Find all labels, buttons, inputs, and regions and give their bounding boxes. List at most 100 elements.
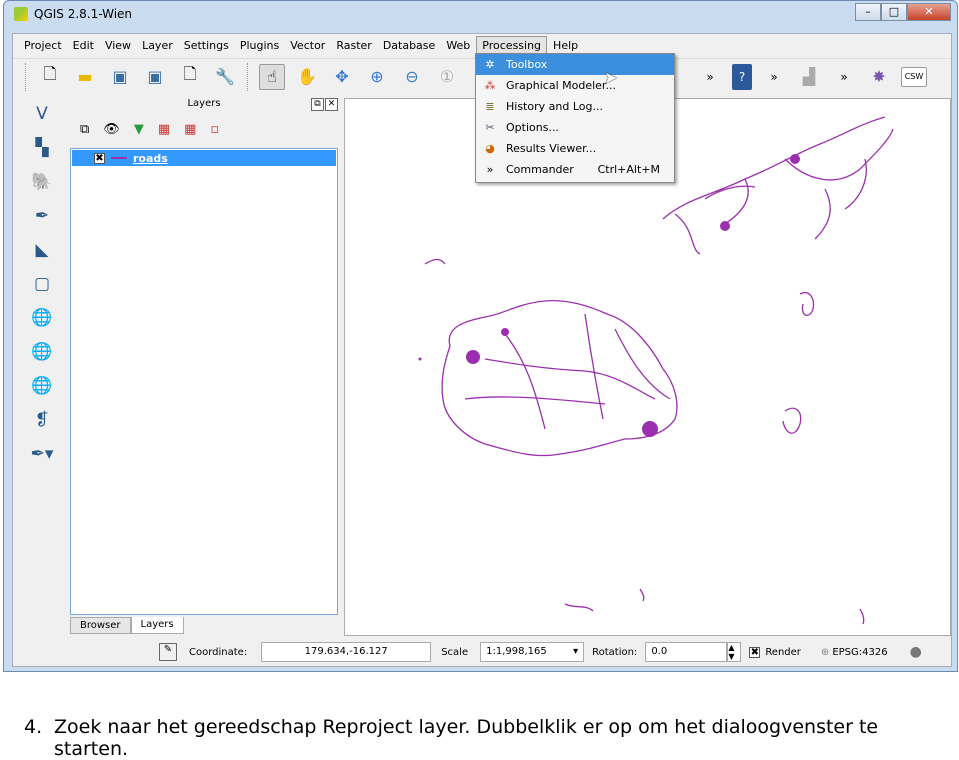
menu-project[interactable]: Project [19,37,67,54]
zoom-native-icon[interactable]: ① [434,64,460,90]
pan-to-selection-icon[interactable]: ✥ [329,64,355,90]
chevrons-icon: » [486,163,494,176]
rotation-label: Rotation: [592,646,638,658]
composer-manager-icon[interactable]: 🔧 [212,64,238,90]
menu-web[interactable]: Web [441,37,475,54]
menu-settings[interactable]: Settings [179,37,234,54]
filter-icon[interactable]: ▼ [134,122,144,137]
more-chevron-icon[interactable]: » [697,64,723,90]
layer-name: roads [133,151,168,165]
dropdown-arrow-icon[interactable]: ▾ [573,643,578,661]
add-postgis-layer-icon[interactable]: 🐘 [29,172,55,198]
more-chevron-icon[interactable]: » [831,64,857,90]
menu-item-options[interactable]: ✂ Options... [476,117,674,138]
menu-item-label: Commander [506,163,574,176]
menu-edit[interactable]: Edit [68,37,99,54]
new-shapefile-icon[interactable]: ✒▾ [29,444,55,470]
expand-all-icon[interactable]: ▦ [158,122,170,137]
menu-item-label: Graphical Modeler... [506,79,616,92]
zoom-out-icon[interactable]: ⊖ [399,64,425,90]
new-print-composer-icon[interactable]: 🗋 [177,64,203,90]
save-project-icon[interactable]: ▣ [107,64,133,90]
save-as-icon[interactable]: ▣ [142,64,168,90]
render-label: Render [765,646,801,658]
rotation-spinbox[interactable]: 0.0 [645,642,728,662]
manage-layers-toolbar: V ▚ 🐘 ✒ ◣ ▢ 🌐 🌐 🌐 ❡ ✒▾ [17,98,67,668]
scale-label: Scale [441,646,469,658]
more-chevron-icon[interactable]: » [761,64,787,90]
add-mssql-layer-icon[interactable]: ◣ [29,240,55,266]
crs-globe-icon[interactable]: ⊕ [821,647,829,658]
visibility-eye-icon[interactable]: 👁 [103,122,120,137]
minimize-button[interactable]: – [855,3,881,21]
open-project-icon[interactable]: ▬ [72,64,98,90]
rotation-stepper-icon[interactable]: ▲ ▼ [727,642,742,662]
status-bar: ✎ Coordinate: 179.634,-16.127 Scale 1:1,… [13,638,951,666]
menu-item-graphical-modeler[interactable]: ⁂ Graphical Modeler... [476,75,674,96]
render-checkbox[interactable]: ✖ [749,646,761,658]
tab-browser[interactable]: Browser [70,617,131,634]
menu-item-label: History and Log... [506,100,603,113]
toolbox-gear-icon: ✲ [485,58,495,71]
add-wcs-layer-icon[interactable]: 🌐 [29,342,55,368]
menu-layer[interactable]: Layer [137,37,178,54]
new-project-icon[interactable]: 🗋 [37,64,63,90]
line-symbol-icon [111,157,127,159]
crs-label[interactable]: EPSG:4326 [832,647,887,658]
coordinate-field[interactable]: 179.634,-16.127 [261,642,432,662]
menu-item-history-log[interactable]: ≣ History and Log... [476,96,674,117]
menu-vector[interactable]: Vector [285,37,330,54]
menu-shortcut: Ctrl+Alt+M [597,163,660,176]
close-panel-button[interactable]: ✕ [325,98,338,111]
layer-visibility-checkbox[interactable]: ✖ [94,152,105,164]
main-island-roads [441,299,678,457]
csw-icon[interactable]: CSW [901,66,927,87]
menu-plugins[interactable]: Plugins [235,37,284,54]
help-icon[interactable]: ? [732,63,752,90]
close-button[interactable]: ✕ [907,3,951,21]
north-east-island-roads [662,116,894,255]
scale-combobox[interactable]: 1:1,998,165 ▾ [480,642,585,662]
menu-item-commander[interactable]: » Commander Ctrl+Alt+M [476,159,674,180]
histogram-icon[interactable]: ▟ [796,64,822,90]
layers-panel: Layers ⧉ ✕ ⧉ 👁 ▼ ▦ ▦ ▫ ✖ roads Browser La… [68,98,340,668]
options-tools-icon: ✂ [485,121,495,134]
modeler-icon: ⁂ [484,79,496,92]
menu-help[interactable]: Help [548,37,583,54]
caption-number: 4. [24,716,43,738]
add-raster-layer-icon[interactable]: ▚ [29,138,55,164]
float-panel-button[interactable]: ⧉ [311,98,324,111]
instruction-caption: 4. Zoek naar het gereedschap Reproject l… [24,716,878,760]
add-wfs-layer-icon[interactable]: 🌐 [29,376,55,402]
results-icon: ◕ [485,142,495,155]
add-oracle-layer-icon[interactable]: ▢ [29,274,55,300]
add-vector-layer-icon[interactable]: V [29,104,55,130]
add-group-icon[interactable]: ⧉ [80,122,89,137]
window-title: QGIS 2.8.1-Wien [34,7,133,21]
touch-zoom-icon[interactable]: ☝ [259,63,285,90]
menu-item-label: Options... [506,121,559,134]
add-delimited-text-icon[interactable]: ❡ [29,410,55,436]
menu-item-results-viewer[interactable]: ◕ Results Viewer... [476,138,674,159]
tab-layers[interactable]: Layers [130,617,184,634]
pan-icon[interactable]: ✋ [294,64,320,90]
remove-layer-icon[interactable]: ▫ [210,122,219,137]
menu-view[interactable]: View [100,37,136,54]
qgis-logo-icon [14,7,28,21]
add-spatialite-layer-icon[interactable]: ✒ [29,206,55,232]
add-wms-layer-icon[interactable]: 🌐 [29,308,55,334]
collapse-all-icon[interactable]: ▦ [184,122,196,137]
coordinate-toggle-icon[interactable]: ✎ [159,643,177,661]
scale-value: 1:1,998,165 [486,646,547,657]
layer-row-roads[interactable]: ✖ roads [72,150,336,166]
plugin-star-icon[interactable]: ✸ [866,64,892,90]
layers-panel-title: Layers [187,98,221,109]
menu-processing[interactable]: Processing [476,35,548,55]
zoom-in-icon[interactable]: ⊕ [364,64,390,90]
menu-database[interactable]: Database [378,37,441,54]
messages-bubble-icon[interactable]: ● [910,644,922,660]
maximize-button[interactable]: □ [881,3,907,21]
menu-item-toolbox[interactable]: ✲ Toolbox [476,54,674,75]
menu-raster[interactable]: Raster [331,37,376,54]
layer-tree[interactable]: ✖ roads [70,148,338,615]
